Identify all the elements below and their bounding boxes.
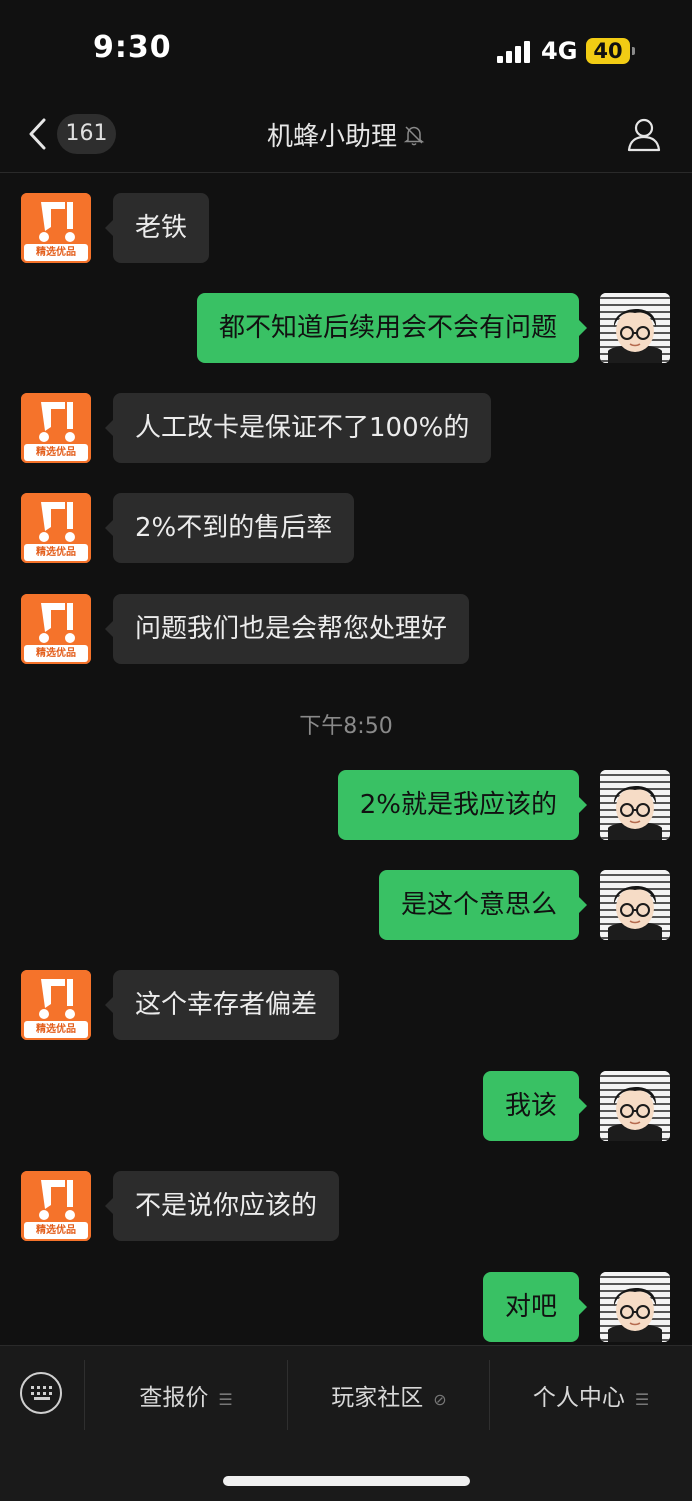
message-row: 精选优品 人工改卡是保证不了100%的 xyxy=(0,393,692,463)
my-avatar[interactable] xyxy=(600,770,670,840)
bot-avatar[interactable]: 精选优品 xyxy=(21,1171,91,1241)
message-bubble[interactable]: 人工改卡是保证不了100%的 xyxy=(104,393,492,463)
message-row: 精选优品 这个幸存者偏差 xyxy=(0,970,692,1040)
brand-tag-label: 精选优品 xyxy=(36,1024,76,1035)
menu-item-profile[interactable]: 个人中心 ☰ xyxy=(490,1378,692,1412)
status-time: 9:30 xyxy=(93,30,172,65)
menu-lines-icon: ☰ xyxy=(634,1390,650,1409)
message-bubble[interactable]: 对吧 xyxy=(482,1272,588,1342)
message-bubble[interactable]: 老铁 xyxy=(104,193,210,263)
message-bubble[interactable]: 这个幸存者偏差 xyxy=(104,970,340,1040)
message-row: 对吧 xyxy=(0,1272,692,1342)
brand-tag-label: 精选优品 xyxy=(36,247,76,258)
message-row: 我该 xyxy=(0,1071,692,1141)
menu-lines-icon: ☰ xyxy=(218,1390,233,1409)
cartoon-face-icon xyxy=(600,1272,670,1342)
menu-item-community[interactable]: 玩家社区 ⊘ xyxy=(288,1378,490,1412)
keyboard-toggle-icon[interactable] xyxy=(20,1372,62,1414)
cartoon-face-icon xyxy=(600,1071,670,1141)
message-bubble[interactable]: 2%不到的售后率 xyxy=(104,493,355,563)
message-row: 精选优品 2%不到的售后率 xyxy=(0,493,692,563)
battery-icon: 40 xyxy=(586,38,635,64)
my-avatar[interactable] xyxy=(600,870,670,940)
brand-tag-label: 精选优品 xyxy=(36,648,76,659)
status-bar: 9:30 4G 40 xyxy=(0,0,692,100)
message-bubble[interactable]: 都不知道后续用会不会有问题 xyxy=(196,293,588,363)
bot-avatar[interactable]: 精选优品 xyxy=(21,193,91,263)
message-bubble[interactable]: 是这个意思么 xyxy=(378,870,588,940)
bot-avatar[interactable]: 精选优品 xyxy=(21,393,91,463)
message-row: 精选优品 老铁 xyxy=(0,193,692,263)
message-bubble[interactable]: 问题我们也是会帮您处理好 xyxy=(104,594,470,664)
message-bubble[interactable]: 不是说你应该的 xyxy=(104,1171,340,1241)
menu-item-quote[interactable]: 查报价 ☰ xyxy=(85,1378,287,1412)
message-row: 是这个意思么 xyxy=(0,870,692,940)
my-avatar[interactable] xyxy=(600,1272,670,1342)
message-timestamp: 下午8:50 xyxy=(299,714,393,739)
link-icon: ⊘ xyxy=(433,1390,447,1409)
brand-tag-label: 精选优品 xyxy=(36,447,76,458)
message-row: 精选优品 不是说你应该的 xyxy=(0,1171,692,1241)
bot-avatar[interactable]: 精选优品 xyxy=(21,970,91,1040)
mute-bell-icon xyxy=(403,125,425,145)
message-row: 精选优品 问题我们也是会帮您处理好 xyxy=(0,594,692,664)
bot-avatar[interactable]: 精选优品 xyxy=(21,493,91,563)
cartoon-face-icon xyxy=(600,770,670,840)
my-avatar[interactable] xyxy=(600,293,670,363)
bot-avatar[interactable]: 精选优品 xyxy=(21,594,91,664)
cartoon-face-icon xyxy=(600,293,670,363)
chat-title: 机蜂小助理 xyxy=(266,122,397,152)
brand-tag-label: 精选优品 xyxy=(36,1225,76,1236)
signal-icon xyxy=(497,41,533,63)
home-indicator[interactable] xyxy=(223,1476,470,1486)
message-row: 都不知道后续用会不会有问题 xyxy=(0,293,692,363)
brand-tag-label: 精选优品 xyxy=(36,547,76,558)
chat-header: 161 机蜂小助理 xyxy=(0,100,692,173)
cartoon-face-icon xyxy=(600,870,670,940)
message-row: 2%就是我应该的 xyxy=(0,770,692,840)
contact-profile-icon[interactable] xyxy=(626,116,662,152)
network-type: 4G xyxy=(541,37,578,65)
my-avatar[interactable] xyxy=(600,1071,670,1141)
message-bubble[interactable]: 我该 xyxy=(482,1071,588,1141)
message-bubble[interactable]: 2%就是我应该的 xyxy=(337,770,588,840)
